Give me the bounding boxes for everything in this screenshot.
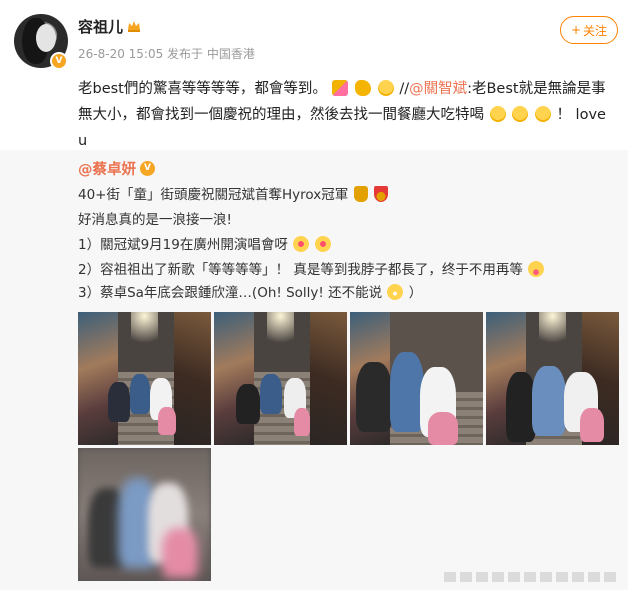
repost-line: 好消息真的是一浪接一浪! (78, 212, 232, 228)
post-line: :老Best就是無論是事 (467, 81, 606, 97)
repost-line: 2）容祖祖出了新歌「等等等等」！ 真是等到我脖子都長了，终于不用再等 (78, 258, 545, 278)
photo-thumbnail[interactable] (78, 448, 211, 581)
photo-thumbnail[interactable] (350, 312, 483, 445)
post-line: 無大小，都會找到一個慶祝的理由，然後去找一間餐廳大吃特喝 (78, 107, 484, 123)
post-line: 老best們的驚喜等等等等，都會等到。 (78, 81, 327, 97)
grin-icon (387, 284, 404, 300)
verified-badge-icon: V (50, 52, 68, 70)
follow-label: 关注 (583, 23, 608, 38)
photo-thumbnail[interactable] (486, 312, 619, 445)
plus-icon: + (570, 23, 582, 37)
verified-badge-icon: V (140, 161, 155, 176)
repost-line: 40+街「童」街頭慶祝關冠斌首奪Hyrox冠軍 (78, 183, 389, 203)
crown-icon (128, 21, 140, 32)
photo-thumbnail[interactable] (78, 312, 211, 445)
laugh-icon (512, 106, 529, 122)
follow-button[interactable]: + 关注 (560, 16, 618, 44)
photo-thumbnail[interactable] (214, 312, 347, 445)
medal-icon (373, 186, 388, 202)
author-name[interactable]: 容祖儿 (78, 16, 123, 37)
star-eyes-icon (293, 236, 310, 252)
repost-line: 3）蔡卓Sa年底会跟鍾欣潼…(Oh! Solly! 还不能说 ） (78, 284, 423, 301)
trophy-icon (353, 186, 368, 202)
laugh-icon (534, 106, 551, 122)
party-popper-icon (332, 80, 349, 96)
mention-link[interactable]: @關智斌 (409, 81, 467, 97)
repost-line: 1）關冠斌9月19在廣州開演唱會呀 (78, 233, 332, 253)
muscle-icon (355, 80, 372, 96)
laugh-icon (489, 106, 506, 122)
repost-separator: // (399, 81, 410, 97)
tongue-out-icon (528, 261, 545, 277)
watermark (444, 572, 619, 582)
star-eyes-icon (315, 236, 332, 252)
repost-author[interactable]: @蔡卓妍 (78, 158, 136, 179)
post-meta: 26-8-20 15:05 发布于 中国香港 (78, 47, 255, 61)
smirk-icon (377, 80, 394, 96)
